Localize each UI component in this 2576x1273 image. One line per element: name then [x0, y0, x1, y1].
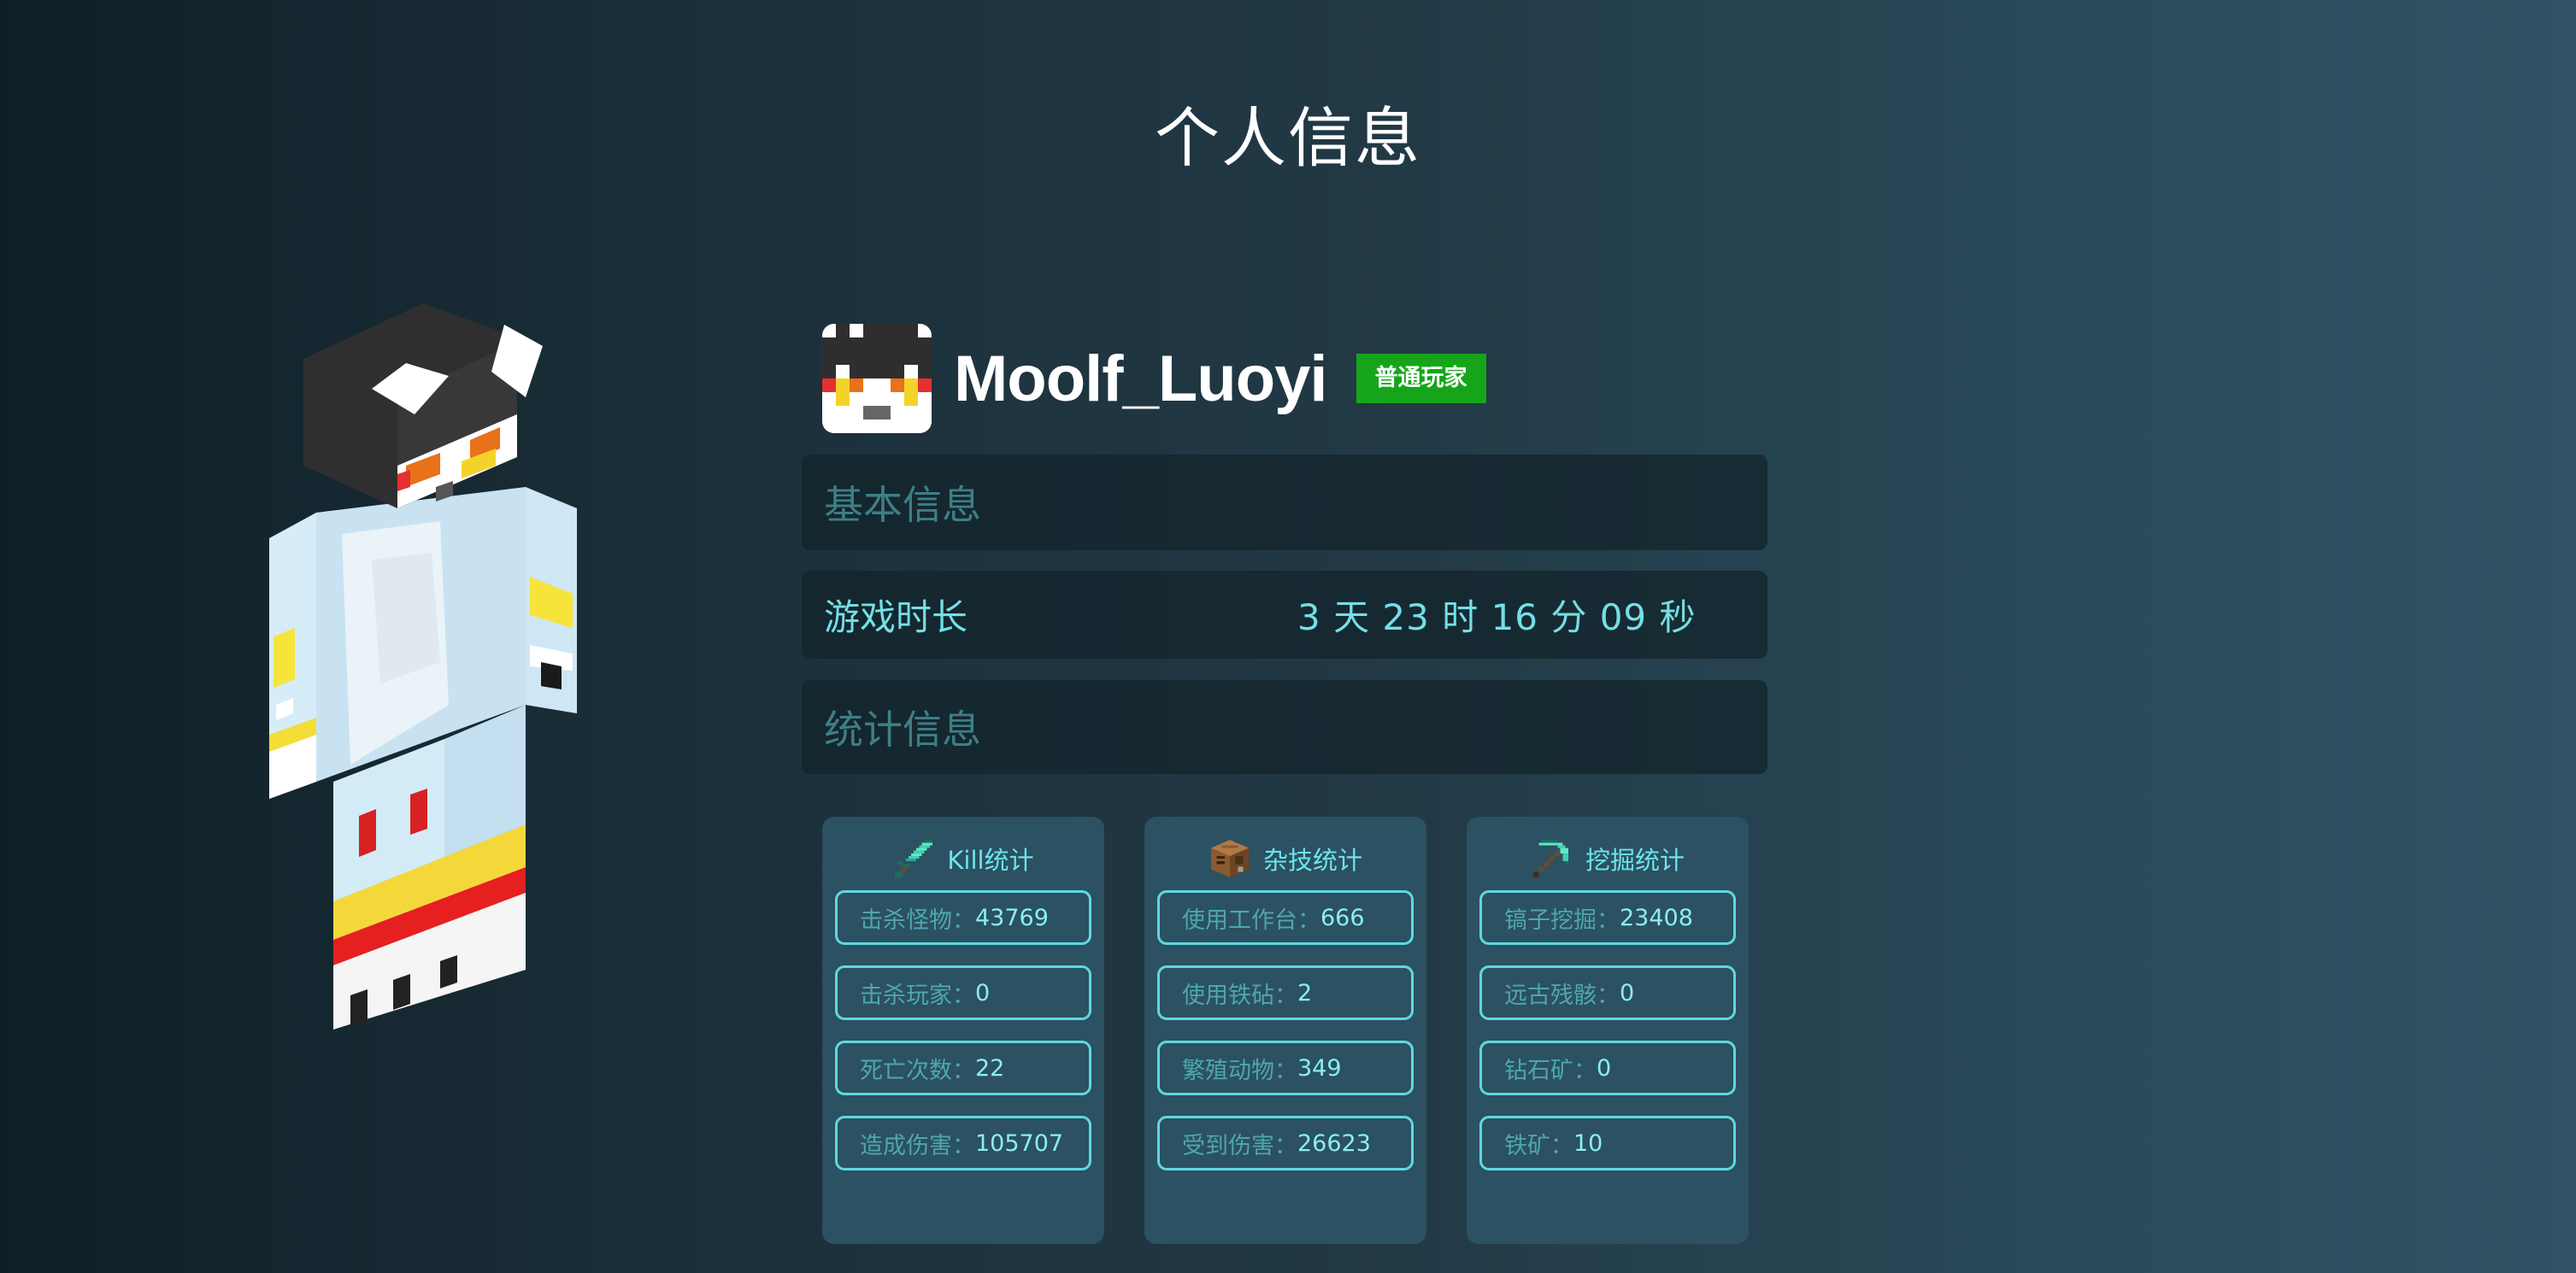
- stat-kill-players: 击杀玩家： 0: [835, 965, 1091, 1020]
- stat-label: 钻石矿：: [1504, 1057, 1597, 1084]
- player-name: Moolf_Luoyi: [954, 342, 1328, 415]
- dig-stats-card: 挖掘统计 镐子挖掘： 23408 远古残骸： 0 钻石矿： 0 铁矿： 10: [1467, 817, 1749, 1244]
- basic-info-section: 基本信息: [802, 455, 1767, 550]
- stat-label: 繁殖动物：: [1182, 1057, 1297, 1084]
- crafting-table-icon: [1211, 840, 1249, 877]
- stat-damage-dealt: 造成伤害： 105707: [835, 1116, 1091, 1170]
- stat-pickaxe-mined: 镐子挖掘： 23408: [1479, 890, 1736, 945]
- card-header: 杂技统计: [1144, 817, 1426, 890]
- profile-header: Moolf_Luoyi 普通玩家: [822, 323, 1486, 434]
- player-avatar: [822, 324, 932, 433]
- rank-badge: 普通玩家: [1356, 354, 1486, 403]
- playtime-row: 游戏时长 3 天 23 时 16 分 09 秒: [802, 571, 1767, 659]
- stat-deaths: 死亡次数： 22: [835, 1041, 1091, 1095]
- stat-value: 43769: [975, 904, 1049, 931]
- stat-label: 受到伤害：: [1182, 1132, 1297, 1159]
- stat-value: 26623: [1297, 1129, 1371, 1157]
- stat-kill-mobs: 击杀怪物： 43769: [835, 890, 1091, 945]
- stat-label: 造成伤害：: [860, 1132, 975, 1159]
- diamond-pickaxe-icon: [1533, 840, 1568, 877]
- stat-ancient-debris: 远古残骸： 0: [1479, 965, 1736, 1020]
- stat-label: 击杀怪物：: [860, 906, 975, 934]
- stat-value: 105707: [975, 1129, 1064, 1157]
- stat-value: 10: [1573, 1129, 1603, 1157]
- stat-label: 死亡次数：: [860, 1057, 975, 1084]
- stat-label: 镐子挖掘：: [1504, 906, 1620, 934]
- card-header: 挖掘统计: [1467, 817, 1749, 890]
- kill-stats-card: Kill统计 击杀怪物： 43769 击杀玩家： 0 死亡次数： 22 造成伤害： 10…: [822, 817, 1104, 1244]
- stat-value: 23408: [1620, 904, 1693, 931]
- stat-label: 使用工作台：: [1182, 906, 1320, 934]
- stat-value: 0: [1620, 979, 1635, 1006]
- stat-value: 2: [1297, 979, 1313, 1006]
- stat-value: 0: [1597, 1054, 1612, 1082]
- basic-info-heading: 基本信息: [824, 482, 981, 528]
- stat-label: 击杀玩家：: [860, 982, 975, 1009]
- dig-card-title: 挖掘统计: [1585, 846, 1685, 875]
- diamond-sword-icon: [895, 840, 933, 877]
- playtime-label: 游戏时长: [824, 596, 968, 638]
- stat-damage-taken: 受到伤害： 26623: [1157, 1116, 1414, 1170]
- stat-value: 349: [1297, 1054, 1342, 1082]
- misc-stats-card: 杂技统计 使用工作台： 666 使用铁砧： 2 繁殖动物： 349 受到伤害： 2662…: [1144, 817, 1426, 1244]
- page-title: 个人信息: [1155, 100, 1421, 176]
- statistics-heading: 统计信息: [824, 707, 981, 753]
- stat-iron-ore: 铁矿： 10: [1479, 1116, 1736, 1170]
- player-skin-render: [269, 303, 577, 1030]
- stat-crafting-table: 使用工作台： 666: [1157, 890, 1414, 945]
- misc-card-title: 杂技统计: [1262, 846, 1362, 875]
- stat-label: 使用铁砧：: [1182, 982, 1297, 1009]
- card-header: Kill统计: [822, 817, 1104, 890]
- stat-label: 铁矿：: [1504, 1132, 1573, 1159]
- statistics-section: 统计信息: [802, 680, 1767, 774]
- stat-anvil: 使用铁砧： 2: [1157, 965, 1414, 1020]
- stat-value: 0: [975, 979, 991, 1006]
- stat-label: 远古残骸：: [1504, 982, 1620, 1009]
- stat-animals-bred: 繁殖动物： 349: [1157, 1041, 1414, 1095]
- playtime-value: 3 天 23 时 16 分 09 秒: [1297, 596, 1697, 638]
- stat-value: 22: [975, 1054, 1005, 1082]
- stat-value: 666: [1320, 904, 1365, 931]
- stat-diamond-ore: 钻石矿： 0: [1479, 1041, 1736, 1095]
- kill-card-title: Kill统计: [947, 846, 1034, 875]
